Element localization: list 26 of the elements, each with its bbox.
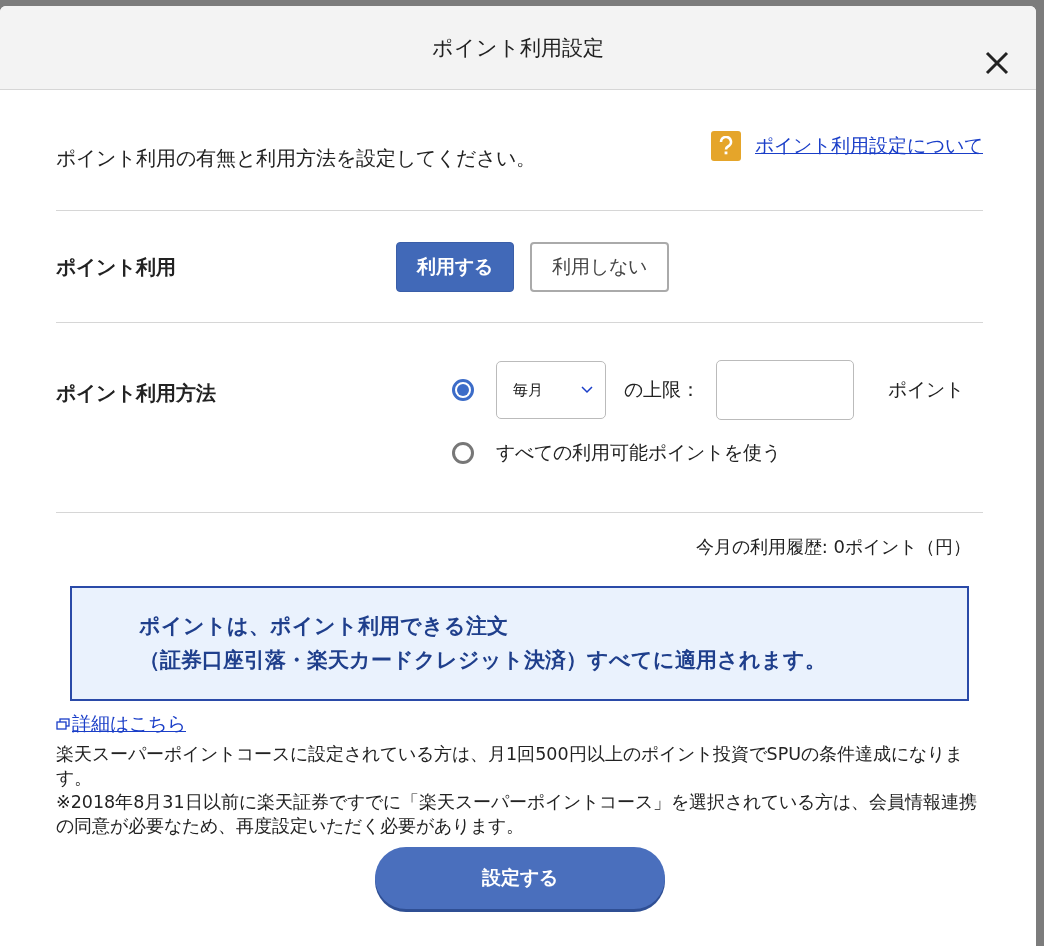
usage-history: 今月の利用履歴: 0ポイント（円） xyxy=(695,535,971,559)
toggle-button[interactable]: 利用しない xyxy=(530,242,669,292)
intro-text: ポイント利用の有無と利用方法を設定してください。 xyxy=(56,145,536,172)
radio-button[interactable] xyxy=(452,379,474,401)
period-select[interactable]: 毎月 xyxy=(496,361,606,419)
option-label: すべての利用可能ポイントを使う xyxy=(496,440,781,465)
row-label: ポイント利用 xyxy=(56,254,177,281)
unit-label: ポイント xyxy=(888,377,964,402)
toggle-button[interactable]: 利用する xyxy=(396,242,514,292)
row-label: ポイント利用方法 xyxy=(56,380,217,407)
limit-input[interactable] xyxy=(716,360,854,420)
submit-button[interactable]: 設定する xyxy=(374,847,665,910)
note-text: 楽天スーパーポイントコースに設定されている方は、月1回500円以上のポイント投資でSPUの条件達成になります。 xyxy=(56,743,964,791)
chevron-down-icon xyxy=(581,386,593,394)
help-icon xyxy=(711,131,741,161)
close-button[interactable] xyxy=(984,50,1010,76)
radio-button[interactable] xyxy=(452,442,474,464)
notice-text: （証券口座引落・楽天カードクレジット決済）すべてに適用されます。 xyxy=(139,646,827,674)
external-window-icon xyxy=(56,718,70,731)
details-link[interactable]: 詳細はこちら xyxy=(72,711,186,738)
notice-text: ポイントは、ポイント利用できる注文 xyxy=(139,613,509,640)
dialog-title: ポイント利用設定 xyxy=(432,34,604,62)
limit-label: の上限： xyxy=(624,377,700,402)
close-icon xyxy=(984,50,1010,76)
help-link[interactable]: ポイント利用設定について xyxy=(755,133,983,159)
note-text: ※2018年8月31日以前に楽天証券ですでに「楽天スーパーポイントコース」を選択されている方は、会員情報連携の同意が必要なため、再度設定いただく必要があります。 xyxy=(56,791,978,839)
